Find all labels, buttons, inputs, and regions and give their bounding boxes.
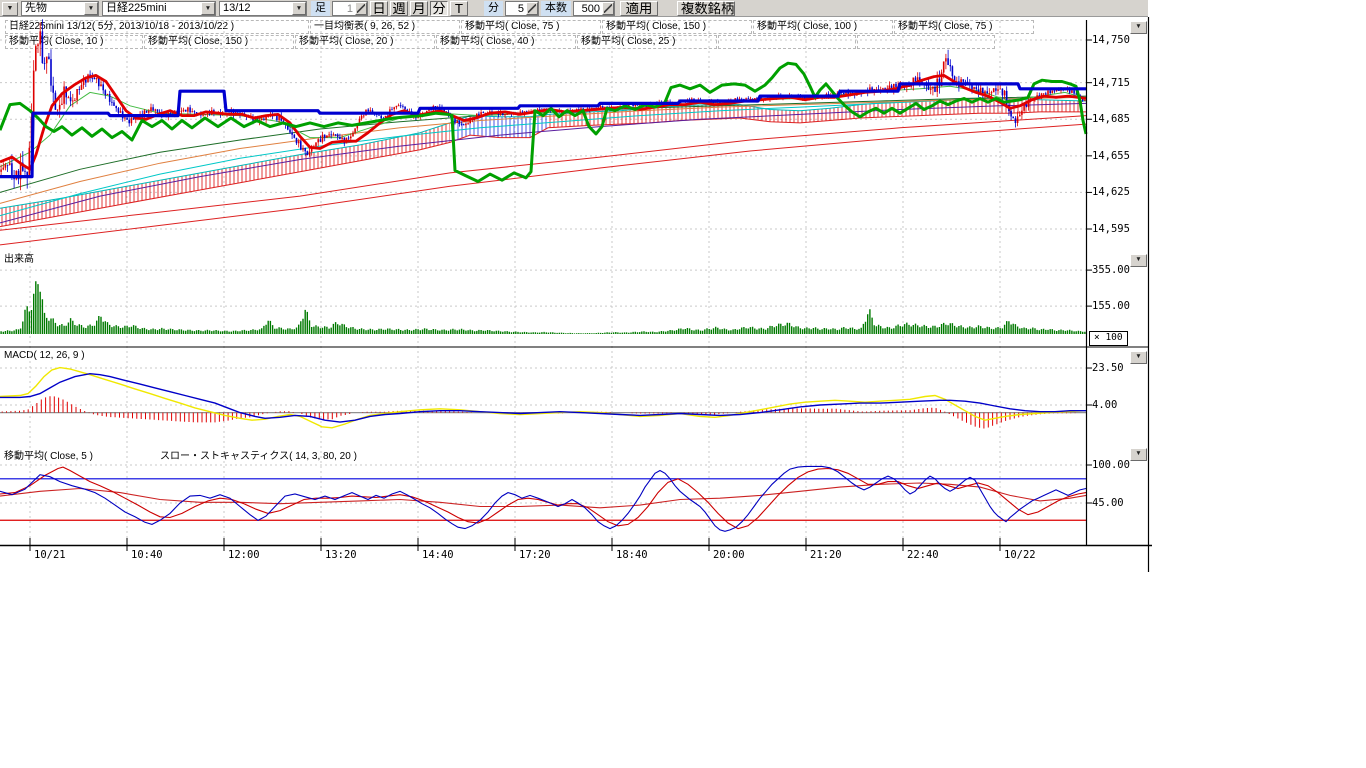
toolbar: ▼ 先物 ▼ 日経225mini ▼ 13/12 ▼ 足 1 日週月分T 分 5… <box>0 0 1148 17</box>
chevron-down-icon[interactable]: ▼ <box>201 2 215 15</box>
apply-button[interactable]: 適用 <box>620 1 658 16</box>
multi-symbol-button[interactable]: 複数銘柄 <box>677 1 735 16</box>
bar-interval-value: 1 <box>333 3 355 15</box>
minute-spinner[interactable]: 5 <box>505 1 539 16</box>
period-button-月[interactable]: 月 <box>410 1 428 16</box>
volume-multiplier-badge: × 100 <box>1089 331 1128 346</box>
period-button-分[interactable]: 分 <box>430 1 448 16</box>
bar-interval-spinner[interactable]: 1 <box>332 1 368 16</box>
stochastic-layer <box>0 466 1086 531</box>
chevron-down-icon[interactable]: ▼ <box>292 2 306 15</box>
spinner-icon[interactable] <box>526 2 538 15</box>
symbol-value: 日経225mini <box>106 2 167 15</box>
symbol-combobox[interactable]: 日経225mini ▼ <box>102 1 216 16</box>
volume-panel-menu-button[interactable]: ▼ <box>1130 254 1147 267</box>
category-combobox[interactable]: 先物 ▼ <box>21 1 99 16</box>
bar-type-label: 足 <box>311 1 330 16</box>
ma-line-red_diag1 <box>0 116 1086 231</box>
chevron-down-icon[interactable]: ▼ <box>84 2 98 15</box>
stoch-panel-menu-button[interactable]: ▼ <box>1130 448 1147 461</box>
bar-count-label: 本数 <box>541 1 571 16</box>
stoch-fast-line <box>0 466 1086 531</box>
period-button-group: 日週月分T <box>368 1 468 16</box>
period-button-日[interactable]: 日 <box>370 1 388 16</box>
symbol-nav-dropdown-button[interactable]: ▼ <box>2 2 18 16</box>
contract-month-value: 13/12 <box>223 2 251 15</box>
spinner-icon[interactable] <box>355 2 367 15</box>
minute-value: 5 <box>506 3 526 15</box>
bar-count-value: 500 <box>574 3 602 15</box>
minute-label: 分 <box>484 1 503 16</box>
category-value: 先物 <box>25 2 47 15</box>
contract-month-combobox[interactable]: 13/12 ▼ <box>219 1 307 16</box>
macd-panel-menu-button[interactable]: ▼ <box>1130 351 1147 364</box>
price-panel-menu-button[interactable]: ▼ <box>1130 21 1147 34</box>
stoch-slow-line <box>0 467 1086 528</box>
bar-count-spinner[interactable]: 500 <box>573 1 615 16</box>
period-button-週[interactable]: 週 <box>390 1 408 16</box>
chart-area[interactable] <box>0 0 1366 768</box>
spinner-icon[interactable] <box>602 2 614 15</box>
chart-canvas[interactable] <box>0 0 1366 768</box>
period-button-T[interactable]: T <box>450 1 468 16</box>
macd-layer <box>0 368 1086 429</box>
volume-bars <box>0 281 1085 334</box>
